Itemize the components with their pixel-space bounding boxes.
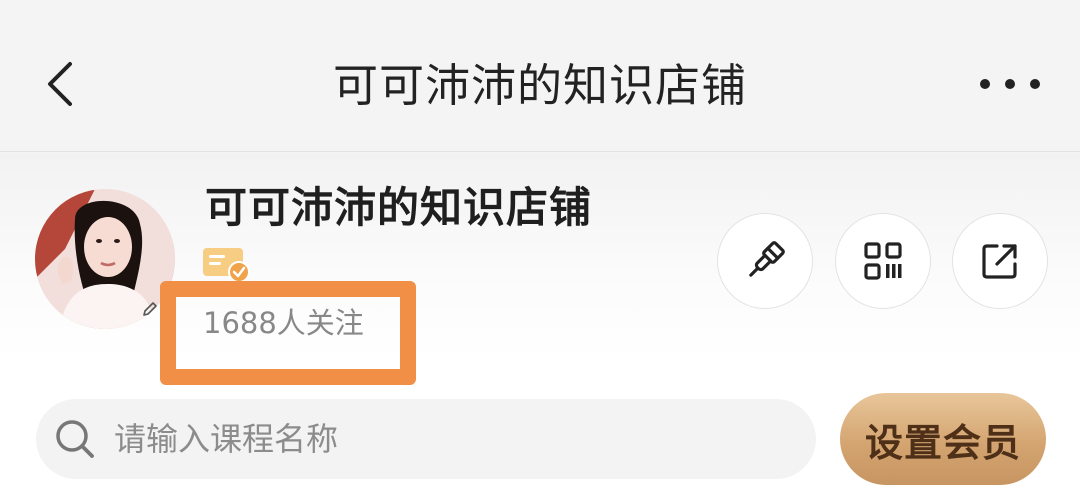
more-button[interactable] xyxy=(980,64,1040,104)
brush-icon xyxy=(749,241,785,277)
edit-pencil-icon[interactable] xyxy=(140,299,160,319)
shop-header: 可可沛沛的知识店铺 1688人关注 请输入课程名称 设置会员 xyxy=(0,153,1080,502)
page-title: 可可沛沛的知识店铺 xyxy=(332,59,747,112)
search-bar[interactable]: 请输入课程名称 xyxy=(36,399,816,479)
shop-name: 可可沛沛的知识店铺 xyxy=(205,183,593,232)
search-icon xyxy=(56,420,94,458)
highlight-box xyxy=(160,281,416,385)
qr-code-icon xyxy=(864,242,902,280)
set-membership-button[interactable]: 设置会员 xyxy=(840,393,1046,485)
search-input[interactable]: 请输入课程名称 xyxy=(114,417,338,461)
verified-badge-icon xyxy=(203,248,250,283)
decorate-button[interactable] xyxy=(717,213,813,309)
nav-bar: 可可沛沛的知识店铺 xyxy=(0,0,1080,152)
more-dots-icon xyxy=(980,79,990,89)
qr-code-button[interactable] xyxy=(835,213,931,309)
share-icon xyxy=(982,244,1017,279)
share-button[interactable] xyxy=(952,213,1048,309)
